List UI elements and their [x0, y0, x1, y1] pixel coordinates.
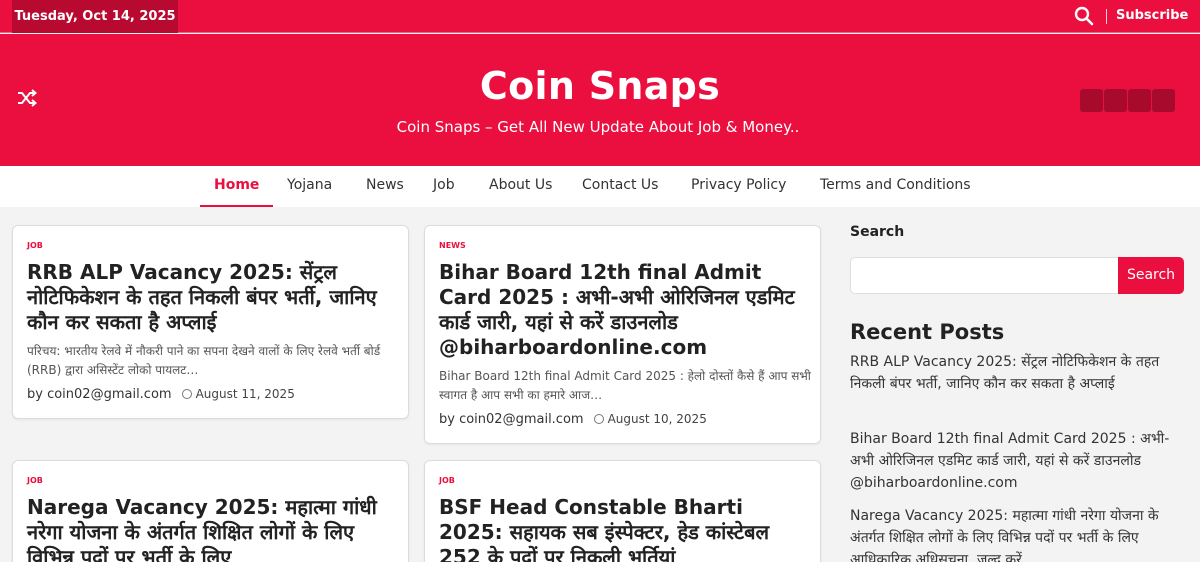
- social-icon[interactable]: [1152, 89, 1175, 112]
- nav-item-yojana[interactable]: Yojana: [287, 166, 332, 207]
- current-date: Tuesday, Oct 14, 2025: [12, 0, 178, 33]
- post-author[interactable]: by coin02@gmail.com: [439, 412, 584, 427]
- recent-post-link[interactable]: RRB ALP Vacancy 2025: सेंट्रल नोटिफिकेशन…: [850, 351, 1182, 395]
- post-category[interactable]: JOB: [439, 476, 455, 485]
- post-title[interactable]: RRB ALP Vacancy 2025: सेंट्रल नोटिफिकेशन…: [27, 260, 399, 335]
- site-header: Coin Snaps Coin Snaps – Get All New Upda…: [0, 34, 1200, 166]
- post-date: August 10, 2025: [607, 412, 707, 426]
- clock-icon: [593, 414, 604, 424]
- search-input[interactable]: [850, 257, 1118, 294]
- divider: [1106, 9, 1107, 24]
- post-category[interactable]: JOB: [27, 476, 43, 485]
- site-tagline: Coin Snaps – Get All New Update About Jo…: [396, 118, 800, 136]
- post-card: JOB Narega Vacancy 2025: महात्मा गांधी न…: [12, 460, 409, 562]
- social-icon[interactable]: [1128, 89, 1151, 112]
- post-category[interactable]: NEWS: [439, 241, 466, 250]
- recent-post-link[interactable]: Bihar Board 12th final Admit Card 2025 :…: [850, 428, 1182, 494]
- recent-post-link[interactable]: Narega Vacancy 2025: महात्मा गांधी नरेगा…: [850, 505, 1182, 562]
- nav-item-news[interactable]: News: [366, 166, 404, 207]
- nav-item-privacy-policy[interactable]: Privacy Policy: [691, 166, 786, 207]
- post-meta: by coin02@gmail.com August 11, 2025: [27, 387, 295, 402]
- post-card: JOB BSF Head Constable Bharti 2025: सहाय…: [424, 460, 821, 562]
- post-date: August 11, 2025: [195, 387, 295, 401]
- nav-item-contact-us[interactable]: Contact Us: [582, 166, 658, 207]
- post-card: JOB RRB ALP Vacancy 2025: सेंट्रल नोटिफि…: [12, 225, 409, 419]
- main-nav: Home Yojana News Job About Us Contact Us…: [0, 166, 1200, 207]
- site-title[interactable]: Coin Snaps: [0, 64, 1200, 108]
- social-links: [1080, 89, 1176, 116]
- search-button[interactable]: Search: [1118, 257, 1184, 294]
- nav-item-terms[interactable]: Terms and Conditions: [820, 166, 971, 207]
- sidebar: Search Search Recent Posts RRB ALP Vacan…: [850, 224, 1190, 562]
- search-widget-title: Search: [850, 224, 905, 240]
- social-icon[interactable]: [1080, 89, 1103, 112]
- post-title[interactable]: Bihar Board 12th final Admit Card 2025 :…: [439, 260, 811, 360]
- recent-posts-heading: Recent Posts: [850, 320, 1005, 344]
- nav-item-job[interactable]: Job: [433, 166, 455, 207]
- clock-icon: [181, 389, 192, 399]
- post-title[interactable]: Narega Vacancy 2025: महात्मा गांधी नरेगा…: [27, 495, 399, 562]
- nav-item-home[interactable]: Home: [200, 166, 274, 207]
- post-author[interactable]: by coin02@gmail.com: [27, 387, 172, 402]
- post-excerpt: परिचय: भारतीय रेलवे में नौकरी पाने का सप…: [27, 344, 381, 377]
- post-category[interactable]: JOB: [27, 241, 43, 250]
- top-bar: Tuesday, Oct 14, 2025 Subscribe: [0, 0, 1200, 33]
- social-icon[interactable]: [1104, 89, 1127, 112]
- post-excerpt: Bihar Board 12th final Admit Card 2025 :…: [439, 369, 811, 402]
- post-title[interactable]: BSF Head Constable Bharti 2025: सहायक सब…: [439, 495, 811, 562]
- subscribe-link[interactable]: Subscribe: [1116, 0, 1188, 33]
- post-card: NEWS Bihar Board 12th final Admit Card 2…: [424, 225, 821, 444]
- post-meta: by coin02@gmail.com August 10, 2025: [439, 412, 707, 427]
- nav-item-about-us[interactable]: About Us: [489, 166, 552, 207]
- search-icon[interactable]: [1073, 5, 1095, 27]
